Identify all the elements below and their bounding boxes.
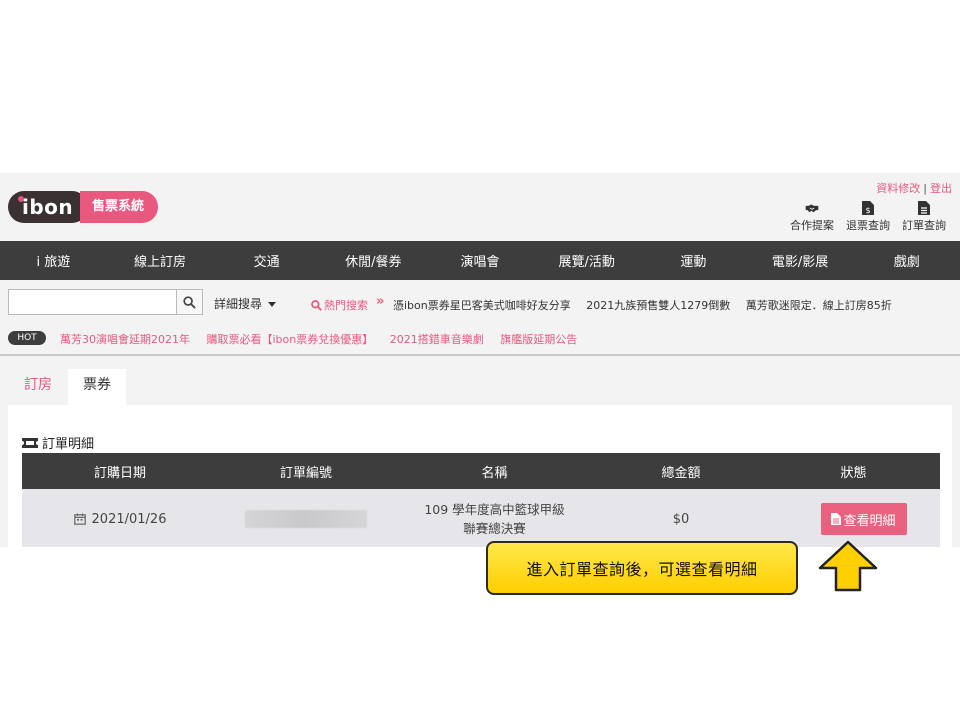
hot-term-link[interactable]: 憑ibon票券星巴客美式咖啡好友分享: [393, 299, 571, 312]
hot-term-link[interactable]: 2021九族預售雙人1279倒數: [586, 299, 730, 312]
svg-text:$: $: [865, 206, 870, 215]
quick-link-label: 訂單查詢: [902, 219, 946, 232]
nav-item-leisure[interactable]: 休閒/餐券: [320, 251, 427, 270]
quick-link-partnership[interactable]: 合作提案: [790, 200, 834, 233]
hot-search-terms: 憑ibon票券星巴客美式咖啡好友分享 2021九族預售雙人1279倒數 萬芳歌迷…: [393, 297, 904, 313]
news-link[interactable]: 旗艦版延期公告: [500, 333, 577, 346]
hot-search-text: 熱門搜索: [324, 299, 368, 312]
handshake-icon: [805, 204, 819, 213]
event-name: 109 學年度高中籃球甲級聯賽總決賽: [424, 502, 565, 536]
main-nav: i 旅遊 線上訂房 交通 休閒/餐券 演唱會 展覽/活動 運動 電影/影展 戲劇: [0, 241, 960, 280]
hot-search-label: 熱門搜索: [311, 297, 368, 313]
nav-item-sports[interactable]: 運動: [640, 251, 747, 270]
quick-link-label: 退票查詢: [846, 219, 890, 232]
caret-down-icon: [268, 302, 277, 307]
ibon-logo[interactable]: ibon 售票系統: [8, 191, 158, 223]
search-input[interactable]: [9, 290, 176, 314]
table-row: 2021/01/26 109 學年度高中籃球甲級聯賽總決賽 $0 查看明細: [22, 489, 940, 547]
edit-profile-link[interactable]: 資料修改: [876, 182, 920, 195]
annotation-callout: 進入訂單查詢後，可選查看明細: [486, 541, 798, 595]
screenshot-area: ibon 售票系統 資料修改 | 登出 合作提案 $ 退票查詢 訂單查詢 i 旅遊 …: [0, 173, 960, 547]
tab-tickets[interactable]: 票券: [68, 369, 126, 405]
logo-dot: [18, 196, 24, 202]
ticket-icon: [22, 437, 38, 448]
logout-link[interactable]: 登出: [930, 182, 952, 195]
logo-system-name: 售票系統: [80, 191, 158, 223]
nav-item-movies[interactable]: 電影/影展: [747, 251, 854, 270]
search-icon: [311, 299, 322, 311]
nav-item-transport[interactable]: 交通: [213, 251, 320, 270]
advanced-search-dropdown[interactable]: 詳細搜尋: [214, 295, 277, 312]
order-number-cell: [218, 510, 394, 528]
divider: [0, 354, 960, 356]
news-ticker: 萬芳30演唱會延期2021年 購取票必看【ibon票券兌換優惠】 2021搭錯車…: [60, 331, 590, 347]
order-doc-icon: [918, 201, 930, 215]
column-header: 名稱: [481, 465, 508, 481]
document-icon: [831, 513, 842, 525]
hot-badge: HOT: [8, 331, 46, 345]
order-date: 2021/01/26: [91, 511, 167, 527]
order-number-redacted: [245, 510, 367, 528]
advanced-search-label: 詳細搜尋: [214, 297, 263, 311]
news-link[interactable]: 購取票必看【ibon票券兌換優惠】: [207, 333, 374, 346]
double-chevron-icon: »: [376, 294, 385, 309]
search-button[interactable]: [176, 290, 202, 314]
nav-item-exhibition[interactable]: 展覽/活動: [533, 251, 640, 270]
news-link[interactable]: 萬芳30演唱會延期2021年: [60, 333, 190, 346]
search-icon: [183, 295, 196, 309]
nav-item-hotel[interactable]: 線上訂房: [107, 251, 214, 270]
view-details-label: 查看明細: [843, 512, 896, 528]
link-separator: |: [923, 182, 927, 195]
orders-table-header: 訂購日期 訂單編號 名稱 總金額 狀態: [22, 453, 940, 489]
quick-link-refund[interactable]: $ 退票查詢: [846, 200, 890, 233]
news-link[interactable]: 2021搭錯車音樂劇: [390, 333, 484, 346]
column-header: 總金額: [661, 465, 701, 481]
view-details-button[interactable]: 查看明細: [820, 503, 907, 535]
nav-item-concert[interactable]: 演唱會: [427, 251, 534, 270]
calendar-icon: [73, 513, 86, 525]
column-header: 狀態: [840, 465, 867, 481]
column-header: 訂單編號: [279, 465, 332, 481]
refund-doc-icon: $: [862, 201, 874, 215]
account-links: 資料修改 | 登出: [876, 180, 952, 196]
section-title-text: 訂單明細: [42, 437, 95, 452]
section-title: 訂單明細: [22, 433, 94, 452]
order-date-cell: 2021/01/26: [22, 512, 218, 527]
order-panel: 訂單明細 訂購日期 訂單編號 名稱 總金額 狀態 2021/01/26 109 …: [8, 405, 952, 547]
nav-item-theater[interactable]: 戲劇: [853, 251, 960, 270]
order-amount: $0: [672, 511, 690, 527]
up-arrow-icon: [818, 540, 878, 592]
nav-item-travel[interactable]: i 旅遊: [0, 251, 107, 270]
quick-link-label: 合作提案: [790, 219, 834, 232]
column-header: 訂購日期: [93, 465, 146, 481]
search-box: [8, 289, 203, 315]
tab-rooms[interactable]: 訂房: [10, 369, 66, 405]
status-cell: 查看明細: [767, 503, 940, 535]
quick-link-orders[interactable]: 訂單查詢: [902, 200, 946, 233]
hot-term-link[interactable]: 萬芳歌迷限定．線上訂房85折: [746, 299, 892, 312]
